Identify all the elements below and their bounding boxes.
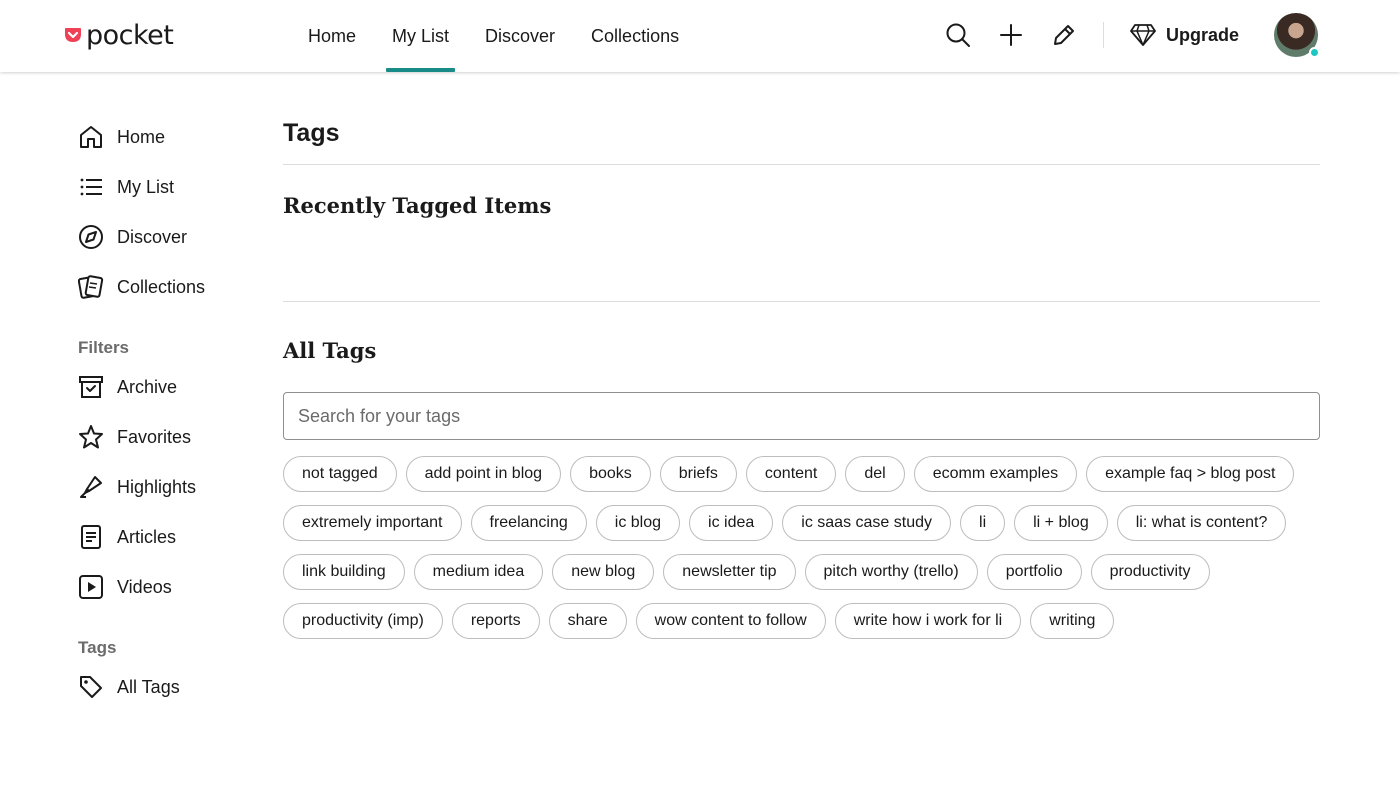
search-icon[interactable] xyxy=(945,22,971,48)
tag-pill[interactable]: li: what is content? xyxy=(1116,505,1287,541)
sidebar-item-collections[interactable]: Collections xyxy=(78,262,268,312)
sidebar-item-label: Favorites xyxy=(117,426,192,447)
list-icon xyxy=(80,178,102,196)
tag-pill[interactable]: productivity xyxy=(1090,554,1210,590)
nav-collections[interactable]: Collections xyxy=(573,0,697,72)
logo-wordmark: pocket xyxy=(86,19,174,51)
tag-pill[interactable]: ecomm examples xyxy=(913,456,1078,492)
tag-icon xyxy=(80,676,102,698)
archive-icon xyxy=(79,376,103,398)
tag-pill[interactable]: books xyxy=(570,456,651,492)
tag-pill[interactable]: writing xyxy=(1030,603,1115,639)
sidebar-item-label: Highlights xyxy=(117,476,197,497)
all-tags-heading: All Tags xyxy=(283,338,377,363)
tag-pill[interactable]: new blog xyxy=(552,554,655,590)
sidebar-item-archive[interactable]: Archive xyxy=(78,362,268,412)
tags-heading: Tags xyxy=(78,638,117,657)
sidebar-item-label: Articles xyxy=(117,526,177,547)
nav-home[interactable]: Home xyxy=(290,0,374,72)
tag-pill[interactable]: del xyxy=(845,456,905,492)
edit-icon[interactable] xyxy=(1051,22,1077,48)
nav-my-list[interactable]: My List xyxy=(374,0,467,72)
recently-tagged-heading: Recently Tagged Items xyxy=(283,193,552,218)
upgrade-label: Upgrade xyxy=(1166,24,1240,45)
tag-pill[interactable]: ic blog xyxy=(595,505,681,541)
sidebar-item-label: Discover xyxy=(117,226,188,247)
tag-pill[interactable]: not tagged xyxy=(283,456,397,492)
tag-pill[interactable]: portfolio xyxy=(986,554,1082,590)
sidebar-item-label: All Tags xyxy=(117,676,180,697)
main-nav: Home My List Discover Collections xyxy=(290,0,697,72)
filters-heading: Filters xyxy=(78,338,130,357)
sidebar-item-favorites[interactable]: Favorites xyxy=(78,412,268,462)
sidebar-item-label: My List xyxy=(117,176,175,197)
divider xyxy=(283,164,1320,165)
highlighter-icon xyxy=(80,476,102,498)
compass-icon xyxy=(79,225,103,249)
sidebar-item-all-tags[interactable]: All Tags xyxy=(78,662,268,712)
video-icon xyxy=(79,575,103,599)
sidebar-item-label: Videos xyxy=(117,576,172,597)
pocket-logo[interactable]: pocket xyxy=(64,18,174,52)
collections-icon xyxy=(78,275,104,299)
tag-pill[interactable]: freelancing xyxy=(470,505,587,541)
pocket-logo-icon xyxy=(65,28,81,42)
upgrade-button[interactable]: Upgrade xyxy=(1130,20,1239,50)
tag-pill[interactable]: ic saas case study xyxy=(782,505,952,541)
top-header: pocket Home My List Discover Collections… xyxy=(0,0,1400,72)
tag-pill[interactable]: wow content to follow xyxy=(635,603,826,639)
tag-pill[interactable]: ic idea xyxy=(689,505,774,541)
star-icon xyxy=(79,425,103,449)
sidebar-item-label: Home xyxy=(117,126,166,147)
tag-pill[interactable]: extremely important xyxy=(283,505,462,541)
home-icon xyxy=(80,126,102,148)
tag-pill[interactable]: share xyxy=(548,603,627,639)
tag-pill[interactable]: write how i work for li xyxy=(834,603,1022,639)
sidebar-item-my-list[interactable]: My List xyxy=(78,162,268,212)
divider xyxy=(283,301,1320,302)
tag-search-input[interactable] xyxy=(283,392,1320,440)
tag-list: not tagged add point in blog books briefs co… xyxy=(283,456,1320,652)
nav-discover[interactable]: Discover xyxy=(467,0,573,72)
header-divider xyxy=(1103,22,1104,48)
sidebar: Home My List Discover Collections Filter… xyxy=(78,112,268,712)
tag-pill[interactable]: add point in blog xyxy=(405,456,562,492)
online-status-dot xyxy=(1309,47,1320,58)
tag-pill[interactable]: reports xyxy=(451,603,540,639)
page-title: Tags xyxy=(283,118,340,147)
add-icon[interactable] xyxy=(998,22,1024,48)
tag-pill[interactable]: li xyxy=(960,505,1006,541)
tag-pill[interactable]: productivity (imp) xyxy=(283,603,443,639)
article-icon xyxy=(81,525,101,549)
tag-pill[interactable]: li + blog xyxy=(1014,505,1108,541)
tag-pill[interactable]: content xyxy=(745,456,837,492)
tag-pill[interactable]: medium idea xyxy=(413,554,544,590)
sidebar-item-articles[interactable]: Articles xyxy=(78,512,268,562)
tag-pill[interactable]: briefs xyxy=(659,456,737,492)
sidebar-item-label: Archive xyxy=(117,376,178,397)
diamond-icon xyxy=(1130,24,1156,46)
sidebar-item-videos[interactable]: Videos xyxy=(78,562,268,612)
sidebar-item-highlights[interactable]: Highlights xyxy=(78,462,268,512)
sidebar-item-home[interactable]: Home xyxy=(78,112,268,162)
tag-pill[interactable]: pitch worthy (trello) xyxy=(804,554,978,590)
tag-pill[interactable]: example faq > blog post xyxy=(1086,456,1295,492)
sidebar-item-label: Collections xyxy=(117,276,206,297)
tag-pill[interactable]: link building xyxy=(283,554,405,590)
sidebar-item-discover[interactable]: Discover xyxy=(78,212,268,262)
main-content: Tags Recently Tagged Items All Tags not … xyxy=(283,110,1320,652)
tag-pill[interactable]: newsletter tip xyxy=(663,554,796,590)
